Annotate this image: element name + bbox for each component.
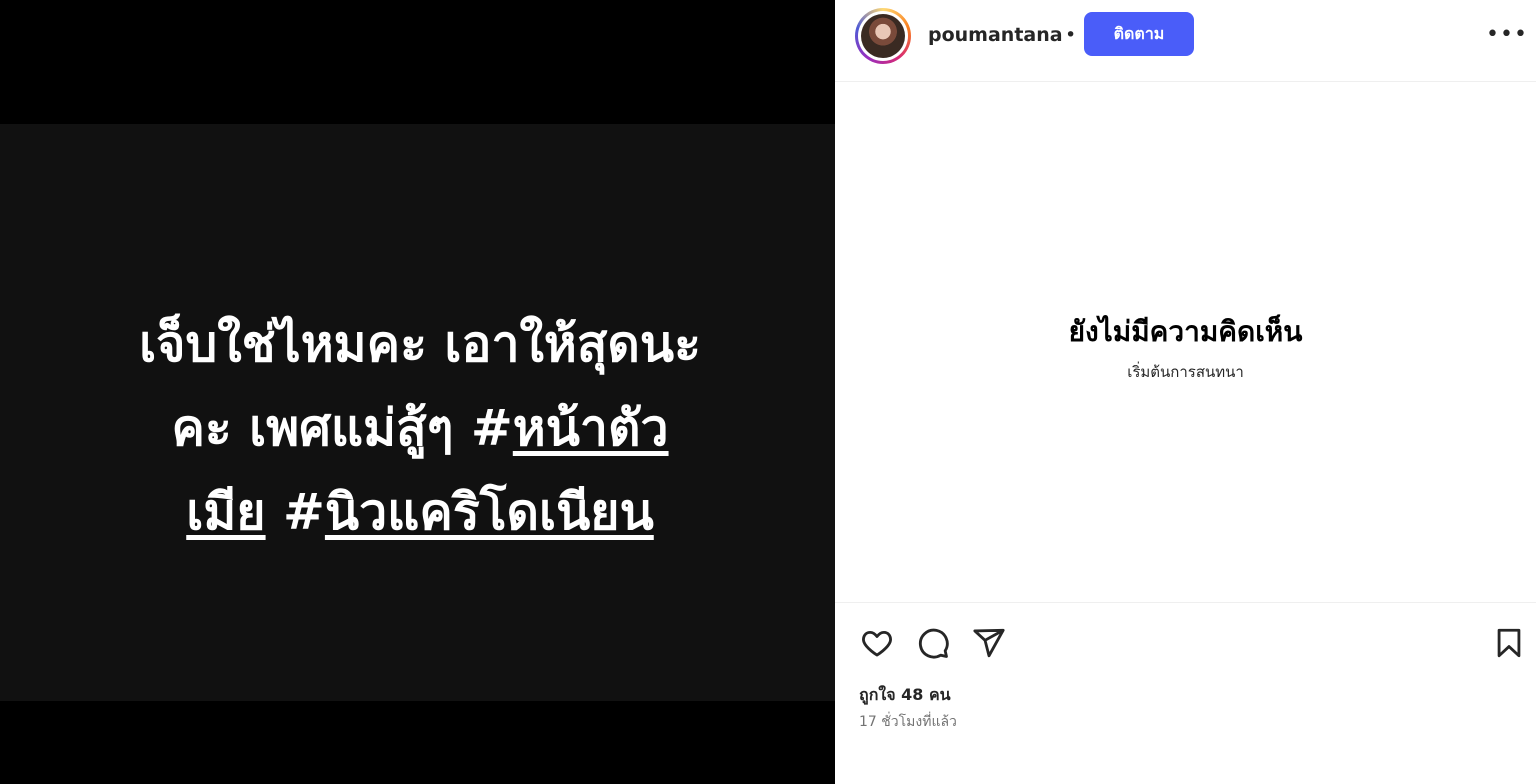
hashtag-text: เมีย [186,483,266,541]
comment-button[interactable] [913,623,953,663]
no-comments-subtitle: เริ่มต้นการสนทนา [1127,363,1244,381]
hashtag-text: หน้าตัว [512,399,669,457]
save-button[interactable] [1489,623,1529,663]
post-media[interactable]: เจ็บใช่ไหมคะ เอาให้สุดนะ คะ เพศแม่สู้ๆ #… [0,0,835,784]
post-header: poumantana • ติดตาม ••• [835,0,1536,82]
separator-dot: • [1065,24,1077,46]
image-text-line-2: คะ เพศแม่สู้ๆ #หน้าตัว [40,386,800,470]
image-text-line-1: เจ็บใช่ไหมคะ เอาให้สุดนะ [139,315,701,373]
post-timestamp[interactable]: 17 ชั่วโมงที่แล้ว [859,711,957,733]
post-viewer: เจ็บใช่ไหมคะ เอาให้สุดนะ คะ เพศแม่สู้ๆ #… [0,0,1536,784]
hash-symbol: # [265,483,325,541]
image-text: เจ็บใช่ไหมคะ เอาให้สุดนะ คะ เพศแม่สู้ๆ #… [40,302,800,554]
image-text-line-3: เมีย #นิวแคริโดเนียน [40,470,800,554]
avatar-frame [858,11,908,61]
username-link[interactable]: poumantana [928,24,1063,46]
avatar[interactable] [855,8,911,64]
comment-icon [918,628,949,659]
hashtag-text: นิวแคริโดเนียน [324,483,654,541]
action-bar: ถูกใจ 48 คน 17 ชั่วโมงที่แล้ว [835,602,1536,784]
bookmark-icon [1497,628,1521,658]
like-count[interactable]: ถูกใจ 48 คน [859,683,951,708]
no-comments-title: ยังไม่มีความคิดเห็น [1068,315,1303,348]
share-button[interactable] [969,623,1009,663]
image-text-prefix: คะ เพศแม่สู้ๆ # [171,399,513,457]
heart-icon [862,630,892,657]
post-side-panel: poumantana • ติดตาม ••• ยังไม่มีความคิดเ… [835,0,1536,784]
share-icon [973,628,1005,658]
more-icon[interactable]: ••• [1486,22,1528,47]
avatar-image [861,14,905,58]
follow-button[interactable]: ติดตาม [1084,12,1194,56]
like-button[interactable] [857,623,897,663]
